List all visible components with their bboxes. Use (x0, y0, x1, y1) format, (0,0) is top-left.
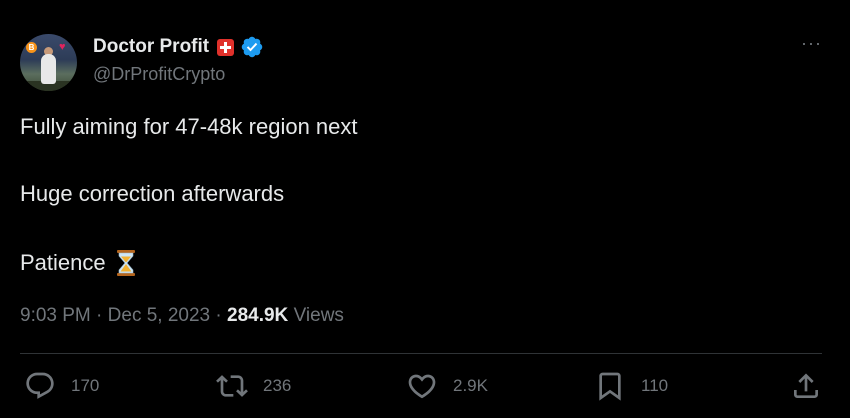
more-options-icon[interactable]: ··· (801, 34, 822, 52)
meta-separator: · (90, 305, 108, 326)
avatar-person (41, 54, 56, 84)
tweet-text-line: Fully aiming for 47-48k region next (20, 114, 358, 139)
views-label: Views (288, 305, 344, 326)
share-icon (794, 373, 818, 398)
repost-icon (216, 375, 248, 397)
verified-badge-icon[interactable] (240, 35, 264, 59)
display-name[interactable]: Doctor Profit (93, 36, 209, 58)
heart-badge-icon: ♥ (59, 41, 66, 53)
reply-button[interactable]: 170 (24, 370, 99, 402)
repost-button[interactable]: 236 (216, 370, 291, 402)
bookmark-button[interactable]: 110 (594, 370, 668, 402)
bookmark-icon (599, 372, 621, 401)
reply-icon (26, 372, 54, 399)
user-handle[interactable]: @DrProfitCrypto (93, 64, 225, 85)
tweet-text-patience: Patience (20, 250, 106, 275)
swiss-flag-icon (217, 38, 235, 56)
tweet-text-line: Huge correction afterwards (20, 181, 285, 206)
like-count: 2.9K (453, 376, 488, 395)
tweet-time[interactable]: 9:03 PM (20, 305, 91, 326)
views-count: 284.9K (227, 305, 289, 326)
reply-count: 170 (71, 376, 100, 395)
hourglass-icon (116, 250, 135, 276)
bitcoin-icon: B (26, 42, 37, 53)
avatar[interactable]: B ♥ (20, 34, 77, 91)
tweet-meta: 9:03 PM · Dec 5, 2023 · 284.9K Views (20, 305, 344, 327)
tweet-text-line: Patience (20, 250, 136, 276)
like-button[interactable]: 2.9K (406, 370, 488, 402)
heart-icon (408, 374, 436, 399)
action-bar: 170 236 2.9K 110 (20, 370, 822, 404)
share-button[interactable] (790, 370, 822, 402)
divider (20, 353, 822, 354)
meta-separator: · (210, 305, 228, 326)
repost-count: 236 (263, 376, 292, 395)
name-row: Doctor Profit (93, 36, 264, 58)
bookmark-count: 110 (641, 376, 669, 395)
tweet-date[interactable]: Dec 5, 2023 (108, 305, 210, 326)
